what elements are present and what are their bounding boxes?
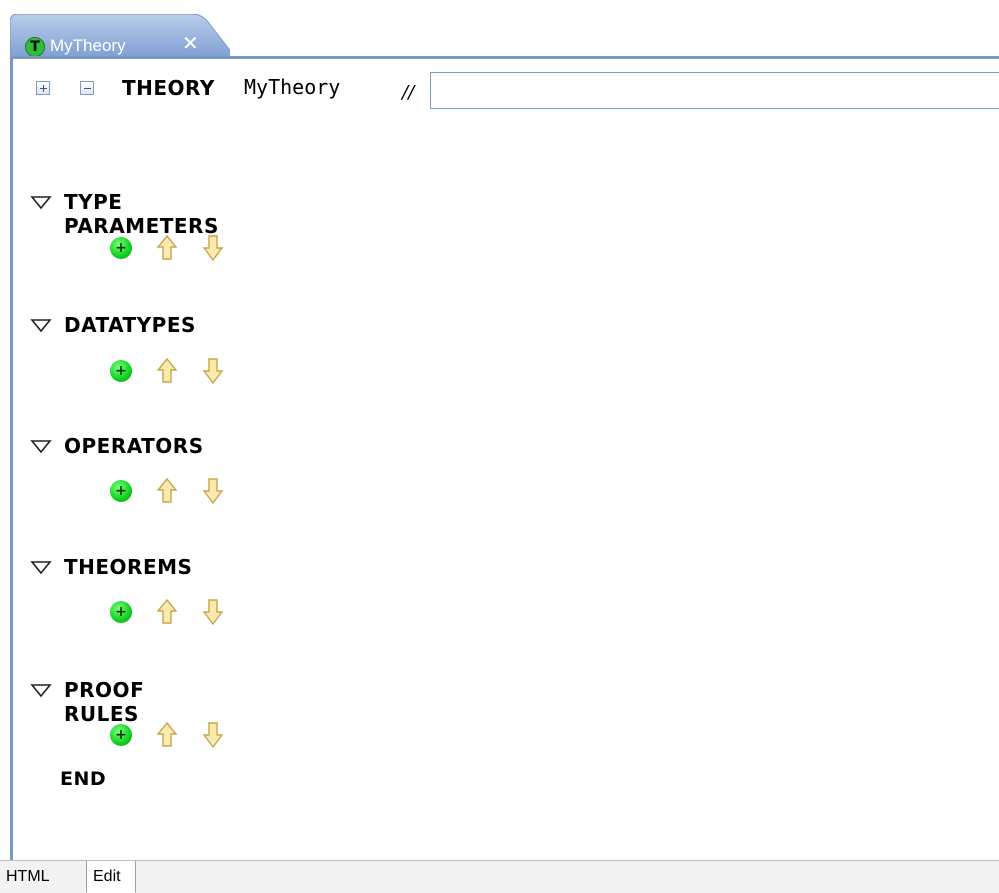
editor-page-tabs: HTML Edit <box>0 860 999 893</box>
collapse-triangle-icon[interactable] <box>30 317 52 333</box>
theory-comment-input[interactable] <box>430 72 999 109</box>
tab-edit[interactable]: Edit <box>86 861 136 893</box>
move-down-icon[interactable] <box>202 356 224 386</box>
add-icon[interactable]: + <box>110 601 132 623</box>
comment-marker: // <box>402 82 415 103</box>
section-title: TYPE PARAMETERS <box>64 190 219 238</box>
collapse-triangle-icon[interactable] <box>30 559 52 575</box>
move-down-icon[interactable] <box>202 720 224 750</box>
collapse-all-icon[interactable] <box>80 81 94 95</box>
collapse-triangle-icon[interactable] <box>30 438 52 454</box>
add-icon[interactable]: + <box>110 237 132 259</box>
theory-name[interactable]: MyTheory <box>244 75 340 99</box>
editor-tab-strip: T MyTheory ✕ <box>0 0 999 58</box>
theory-t-icon: T <box>25 37 45 57</box>
close-icon[interactable]: ✕ <box>182 33 202 53</box>
section-title: THEOREMS <box>64 555 193 579</box>
collapse-triangle-icon[interactable] <box>30 194 52 210</box>
section-title: DATATYPES <box>64 313 196 337</box>
move-up-icon[interactable] <box>156 720 178 750</box>
move-up-icon[interactable] <box>156 476 178 506</box>
end-keyword: END <box>60 768 107 790</box>
add-icon[interactable]: + <box>110 724 132 746</box>
tab-html[interactable]: HTML <box>0 861 88 893</box>
move-up-icon[interactable] <box>156 233 178 263</box>
editor-tab-mytheory[interactable]: T MyTheory ✕ <box>10 14 230 58</box>
move-up-icon[interactable] <box>156 356 178 386</box>
move-down-icon[interactable] <box>202 597 224 627</box>
section-title: OPERATORS <box>64 434 204 458</box>
expand-all-icon[interactable] <box>36 81 50 95</box>
move-down-icon[interactable] <box>202 233 224 263</box>
add-icon[interactable]: + <box>110 480 132 502</box>
move-up-icon[interactable] <box>156 597 178 627</box>
add-icon[interactable]: + <box>110 360 132 382</box>
move-down-icon[interactable] <box>202 476 224 506</box>
collapse-triangle-icon[interactable] <box>30 682 52 698</box>
section-title: PROOF RULES <box>64 678 145 726</box>
tab-title: MyTheory <box>50 36 126 55</box>
theory-keyword: THEORY <box>122 76 215 100</box>
